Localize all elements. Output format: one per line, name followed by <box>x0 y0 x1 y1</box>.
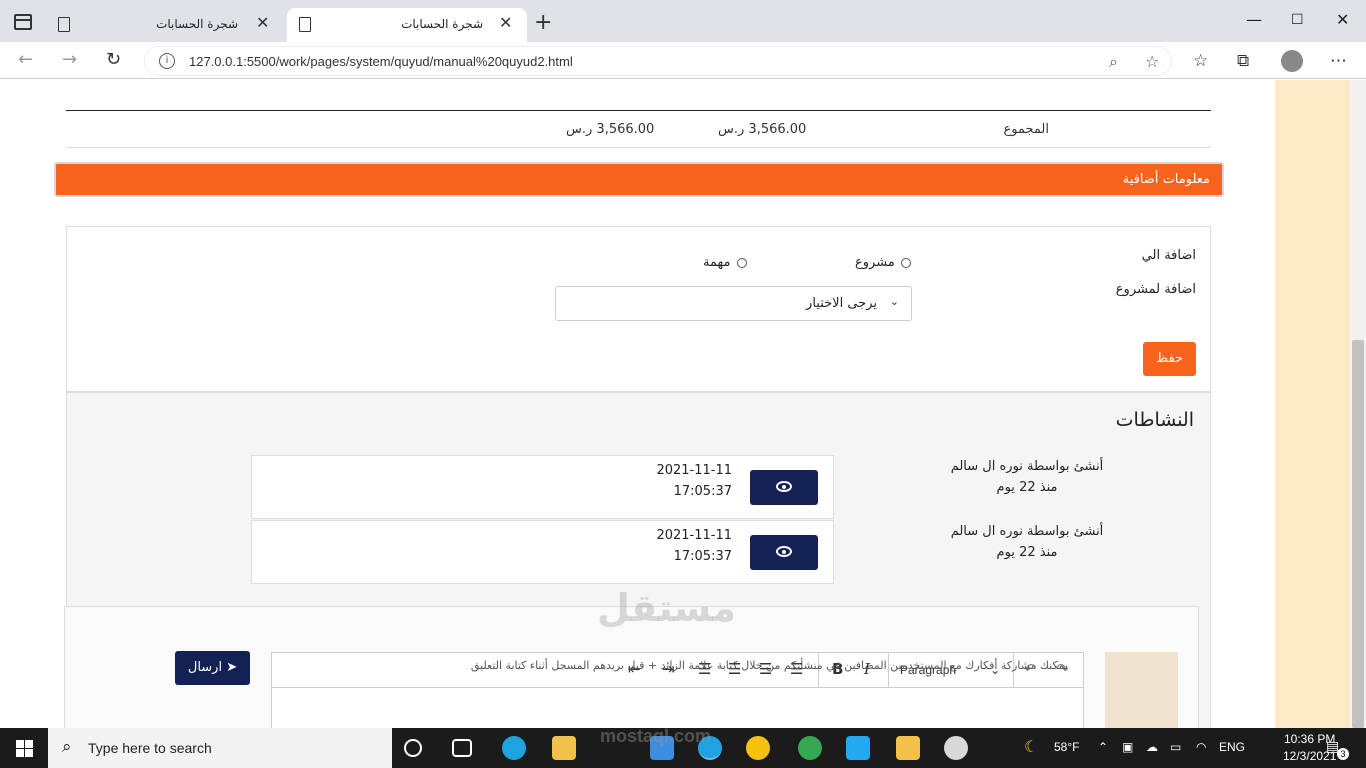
radio-task-label: مهمة <box>703 255 731 270</box>
activity-ago: منذ 22 يوم <box>996 480 1058 495</box>
browser-tab-bar: شجرة الحسابات ✕ شجرة الحسابات ✕ + — ☐ ✕ <box>0 0 1366 42</box>
view-button[interactable] <box>750 470 818 505</box>
totals-label: المجموع <box>1003 122 1049 137</box>
chevron-down-icon: ⌄ <box>889 295 899 308</box>
browser-tab[interactable]: شجرة الحسابات ✕ <box>46 8 282 42</box>
minimize-icon[interactable]: — <box>1246 10 1262 29</box>
url-field[interactable]: i 127.0.0.1:5500/work/pages/system/quyud… <box>144 46 1172 76</box>
app-icon[interactable] <box>746 736 770 760</box>
activity-ago: منذ 22 يوم <box>996 545 1058 560</box>
scrollbar-thumb[interactable] <box>1352 340 1364 728</box>
send-icon: ➤ <box>226 660 238 675</box>
tray-chevron-icon[interactable]: ⌃ <box>1098 740 1108 754</box>
close-window-icon[interactable]: ✕ <box>1336 10 1349 29</box>
chrome-icon[interactable] <box>798 736 822 760</box>
url-text: 127.0.0.1:5500/work/pages/system/quyud/m… <box>189 54 573 69</box>
tab-actions-icon[interactable] <box>14 14 32 30</box>
activity-created-by: أنشئ بواسطة نوره ال سالم <box>950 459 1104 474</box>
radio-project-label: مشروع <box>855 255 895 270</box>
send-button[interactable]: ➤ ارسال <box>175 651 250 685</box>
folder-icon[interactable] <box>896 736 920 760</box>
tab-title: شجرة الحسابات <box>401 17 483 31</box>
weather-temp[interactable]: 58°F <box>1054 740 1079 754</box>
cloud-icon[interactable]: ☁ <box>1146 740 1158 754</box>
taskbar-search[interactable]: ⌕ Type here to search <box>48 728 392 768</box>
view-button[interactable] <box>750 535 818 570</box>
profile-avatar[interactable] <box>1281 50 1303 72</box>
back-icon[interactable]: ← <box>18 49 33 70</box>
radio-task[interactable]: مهمة <box>703 255 747 270</box>
collections-icon[interactable]: ⧉ <box>1237 51 1249 71</box>
eye-icon <box>776 546 792 557</box>
watermark-url: mostaql.com <box>600 726 712 746</box>
settings-more-icon[interactable]: ⋯ <box>1330 51 1347 71</box>
activity-datetime: 2021-11-11 17:05:37 <box>632 460 732 502</box>
file-explorer-icon[interactable] <box>552 736 576 760</box>
watermark-text: مستقل <box>597 586 736 630</box>
tab-title: شجرة الحسابات <box>156 17 238 31</box>
eye-icon <box>776 481 792 492</box>
battery-icon[interactable]: ▭ <box>1170 740 1181 754</box>
activity-date: 2021-11-11 <box>656 528 732 543</box>
activities-title: النشاطات <box>1115 409 1194 431</box>
maximize-icon[interactable]: ☐ <box>1291 12 1304 28</box>
add-to-project-label: اضافة لمشروع <box>1115 282 1196 297</box>
table-divider <box>66 110 1211 111</box>
wifi-icon[interactable]: ◠ <box>1196 740 1206 754</box>
search-icon: ⌕ <box>62 737 72 756</box>
project-select[interactable]: يرجى الاختيار ⌄ <box>555 286 912 321</box>
activity-meta: أنشئ بواسطة نوره ال سالم منذ 22 يوم <box>927 521 1127 563</box>
tray-device-icon[interactable]: ▣ <box>1122 740 1133 754</box>
favorite-add-icon[interactable]: ☆ <box>1145 52 1159 71</box>
radio-circle[interactable] <box>736 257 747 268</box>
language-indicator[interactable]: ENG <box>1219 740 1245 754</box>
activity-created-by: أنشئ بواسطة نوره ال سالم <box>950 524 1104 539</box>
save-button[interactable]: حفظ <box>1143 342 1196 376</box>
radio-project[interactable]: مشروع <box>855 255 911 270</box>
page-content: المجموع 3,566.00 ر.س 3,566.00 ر.س معلوما… <box>0 80 1366 728</box>
side-panel <box>1275 80 1350 728</box>
select-value: يرجى الاختيار <box>806 296 877 311</box>
activity-row: 2021-11-11 17:05:37 <box>251 455 834 519</box>
zoom-icon[interactable]: ⌕ <box>1109 52 1118 72</box>
close-tab-icon[interactable]: ✕ <box>499 13 512 32</box>
cortana-icon[interactable] <box>404 739 422 757</box>
page-icon <box>299 17 311 32</box>
totals-row: المجموع 3,566.00 ر.س 3,566.00 ر.س <box>66 118 1211 148</box>
radio-circle[interactable] <box>900 257 911 268</box>
windows-start-icon[interactable] <box>16 740 33 757</box>
vscode-icon[interactable] <box>846 736 870 760</box>
add-to-label: اضافة الي <box>1141 248 1196 263</box>
close-tab-icon[interactable]: ✕ <box>256 13 269 32</box>
forward-icon[interactable]: → <box>62 49 77 70</box>
paint-icon[interactable] <box>944 736 968 760</box>
activity-time: 17:05:37 <box>673 484 732 499</box>
notification-count: 3 <box>1337 748 1349 760</box>
new-tab-icon[interactable]: + <box>534 10 552 35</box>
address-bar-row: ← → ↻ i 127.0.0.1:5500/work/pages/system… <box>0 42 1366 79</box>
extra-info-header[interactable]: معلومات أضافية <box>54 162 1224 197</box>
activity-time: 17:05:37 <box>673 549 732 564</box>
extra-info-title: معلومات أضافية <box>1122 172 1210 187</box>
favorites-icon[interactable]: ☆ <box>1193 51 1208 71</box>
page-icon <box>58 17 70 32</box>
comment-placeholder: يمكنك مشاركة أفكارك مع المستخدمين المضاف… <box>470 659 1068 672</box>
weather-moon-icon: ☾ <box>1024 739 1039 756</box>
commenter-avatar <box>1105 652 1178 728</box>
site-info-icon[interactable]: i <box>159 53 175 69</box>
totals-debit: 3,566.00 ر.س <box>718 122 807 137</box>
browser-tab-active[interactable]: شجرة الحسابات ✕ <box>287 8 527 42</box>
scrollbar[interactable] <box>1350 80 1366 728</box>
taskbar-search-placeholder: Type here to search <box>88 740 212 756</box>
send-label: ارسال <box>187 660 223 675</box>
activity-meta: أنشئ بواسطة نوره ال سالم منذ 22 يوم <box>927 456 1127 498</box>
activity-date: 2021-11-11 <box>656 463 732 478</box>
extra-info-form: اضافة الي اضافة لمشروع مشروع مهمة يرجى ا… <box>66 226 1211 392</box>
activity-row: 2021-11-11 17:05:37 <box>251 520 834 584</box>
task-view-icon[interactable] <box>452 739 472 757</box>
totals-credit: 3,566.00 ر.س <box>566 122 655 137</box>
refresh-icon[interactable]: ↻ <box>106 49 121 70</box>
edge-icon[interactable] <box>502 736 526 760</box>
activity-datetime: 2021-11-11 17:05:37 <box>632 525 732 567</box>
